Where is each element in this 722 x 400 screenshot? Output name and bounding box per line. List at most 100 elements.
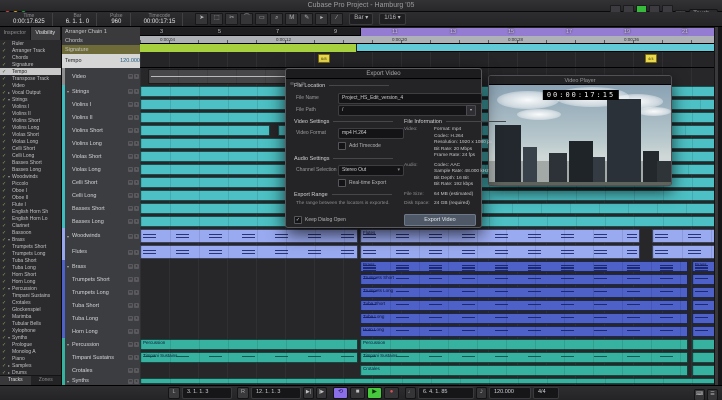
- mute-button[interactable]: m: [128, 74, 133, 79]
- solo-button[interactable]: s: [134, 128, 139, 133]
- solo-button[interactable]: s: [134, 193, 139, 198]
- solo-button[interactable]: s: [134, 249, 139, 255]
- export-video-dialog[interactable]: Export Video File Location File Name Pro…: [285, 68, 492, 228]
- track-flutes[interactable]: Flutes m s: [62, 244, 140, 261]
- clip-trumpets-long[interactable]: Trumpets Long: [360, 287, 688, 298]
- visibility-item-oboe-ii[interactable]: ✓ Oboe II: [0, 194, 61, 201]
- clip-timpani-sustains[interactable]: Timpani Sustains: [360, 352, 688, 363]
- clip-tuba-short[interactable]: Tuba Short: [360, 300, 688, 311]
- solo-button[interactable]: s: [134, 219, 139, 224]
- dialog-close-icon[interactable]: [290, 81, 294, 85]
- visibility-item-tuba-short[interactable]: ✓ Tuba Short: [0, 257, 61, 264]
- visibility-item-violins-i[interactable]: ✓ Violins I: [0, 103, 61, 110]
- solo-button[interactable]: s: [134, 167, 139, 172]
- visibility-item-violins-short[interactable]: ✓ Violins Short: [0, 117, 61, 124]
- play-tool-icon[interactable]: ▸: [315, 13, 329, 25]
- visibility-item-violins-ii[interactable]: ✓ Violins II: [0, 110, 61, 117]
- clip-trumpets-short[interactable]: Trumpets Short: [360, 274, 688, 285]
- solo-button[interactable]: s: [134, 74, 139, 79]
- clip-tuba-long[interactable]: Tuba Long: [360, 313, 688, 324]
- track-strings[interactable]: ▾ Strings m s: [62, 85, 140, 99]
- track-lane[interactable]: BrassBrass: [140, 260, 718, 274]
- track-crotales[interactable]: Crotales m s: [62, 364, 140, 378]
- play-button[interactable]: ▶: [367, 387, 382, 399]
- timecode-ruler[interactable]: 0:00:04 0:00:12 0:00:20 0:00:28 0:00:36: [140, 36, 718, 44]
- signature-marker[interactable]: 4/4: [645, 54, 657, 63]
- record-button[interactable]: ●: [384, 387, 399, 399]
- visibility-item-timpani-sustains[interactable]: ✓ Timpani Sustains: [0, 292, 61, 299]
- bottom-tab-zones[interactable]: Zones: [30, 376, 61, 385]
- solo-button[interactable]: s: [134, 102, 139, 107]
- solo-button[interactable]: s: [134, 206, 139, 211]
- line-tool-icon[interactable]: ∕: [330, 13, 344, 25]
- track-lane[interactable]: Horn Long: [140, 325, 718, 339]
- visibility-item-celli-short[interactable]: ✓ Celli Short: [0, 145, 61, 152]
- clip-timpani-sustains[interactable]: Timpani Sustains: [140, 352, 358, 363]
- solo-button[interactable]: s: [134, 378, 139, 384]
- keep-dialog-open-checkbox[interactable]: ✓ Keep Dialog Open: [294, 216, 346, 224]
- solo-button[interactable]: s: [134, 316, 139, 321]
- visibility-item-arranger-track[interactable]: ✓ Arranger Track: [0, 47, 61, 54]
- solo-button[interactable]: s: [134, 180, 139, 185]
- object-selection-tool-icon[interactable]: ➤: [195, 13, 209, 25]
- visibility-item-tubular-bells[interactable]: ✓ Tubular Bells: [0, 320, 61, 327]
- left-locator-field[interactable]: 3. 1. 1. 3: [182, 387, 232, 399]
- visibility-item-percussion[interactable]: ✓ ▾ Percussion: [0, 285, 61, 292]
- clip-percussion[interactable]: Percussion: [140, 339, 358, 350]
- glue-tool-icon[interactable]: ⁀: [240, 13, 254, 25]
- mute-button[interactable]: m: [128, 128, 133, 133]
- solo-button[interactable]: s: [134, 329, 139, 334]
- solo-button[interactable]: s: [134, 264, 139, 269]
- file-path-dropdown-icon[interactable]: ▾: [466, 105, 476, 116]
- visibility-item-samples[interactable]: ✓ ▸ Samples: [0, 362, 61, 369]
- video-format-field[interactable]: mp4 H.264: [338, 128, 404, 139]
- clip[interactable]: [140, 378, 718, 384]
- track-violas-long[interactable]: Violas Long m s: [62, 163, 140, 177]
- draw-tool-icon[interactable]: ✎: [300, 13, 314, 25]
- mute-button[interactable]: m: [128, 368, 133, 373]
- track-lane[interactable]: [140, 244, 718, 261]
- visibility-item-xylophone[interactable]: ✓ Xylophone: [0, 327, 61, 334]
- mute-button[interactable]: m: [128, 303, 133, 308]
- mute-tool-icon[interactable]: M: [285, 13, 299, 25]
- visibility-item-trumpets-short[interactable]: ✓ Trumpets Short: [0, 243, 61, 250]
- realtime-export-checkbox[interactable]: Real-time Export: [338, 179, 386, 187]
- solo-button[interactable]: s: [134, 368, 139, 373]
- visibility-item-marimba[interactable]: ✓ Marimba: [0, 313, 61, 320]
- keyboard-icon[interactable]: ⌨: [694, 388, 705, 400]
- track-violins-i[interactable]: Violins Ims: [62, 98, 140, 112]
- mute-button[interactable]: m: [128, 141, 133, 146]
- visibility-item-flute-i[interactable]: ✓ Flute I: [0, 201, 61, 208]
- track-lane[interactable]: Trumpets Short: [140, 273, 718, 287]
- clip[interactable]: [140, 229, 358, 243]
- solo-button[interactable]: s: [134, 233, 139, 239]
- visibility-item-monolog-a[interactable]: ✓ Monolog A: [0, 348, 61, 355]
- visibility-item-signature[interactable]: ✓ Signature: [0, 61, 61, 68]
- visibility-item-piccolo[interactable]: ✓ Piccolo: [0, 180, 61, 187]
- mute-button[interactable]: m: [128, 206, 133, 211]
- visibility-item-tuba-long[interactable]: ✓ Tuba Long: [0, 264, 61, 271]
- metronome-button[interactable]: ♩: [405, 387, 416, 399]
- dropdown-quantize[interactable]: 1/16 ▾: [379, 13, 406, 25]
- mute-button[interactable]: m: [128, 264, 133, 269]
- visibility-item-glockenspiel[interactable]: ✓ Glockenspiel: [0, 306, 61, 313]
- visibility-item-bassoon[interactable]: ✓ Bassoon: [0, 229, 61, 236]
- tempo-track-button[interactable]: 𝅘𝅥𝅮: [476, 387, 487, 399]
- visibility-item-piano[interactable]: ✓ Piano: [0, 355, 61, 362]
- clip-brass[interactable]: Brass: [360, 261, 688, 272]
- visibility-item-prologue[interactable]: ✓ Prologue: [0, 341, 61, 348]
- mute-button[interactable]: m: [128, 249, 133, 255]
- vertical-scrollbar[interactable]: [714, 27, 718, 385]
- track-lane[interactable]: Trumpets Long: [140, 286, 718, 300]
- mute-button[interactable]: m: [128, 102, 133, 107]
- bottom-tab-tracks[interactable]: Tracks: [0, 376, 31, 385]
- clip[interactable]: [652, 245, 718, 259]
- track-lane[interactable]: Flutes: [140, 228, 718, 245]
- visibility-item-basses-long[interactable]: ✓ Basses Long: [0, 166, 61, 173]
- visibility-item-horn-long[interactable]: ✓ Horn Long: [0, 278, 61, 285]
- visibility-item-basses-short[interactable]: ✓ Basses Short: [0, 159, 61, 166]
- mute-button[interactable]: m: [128, 342, 133, 347]
- split-tool-icon[interactable]: ✂: [225, 13, 239, 25]
- mute-button[interactable]: m: [128, 329, 133, 334]
- zoom-tool-icon[interactable]: ⌕: [270, 13, 284, 25]
